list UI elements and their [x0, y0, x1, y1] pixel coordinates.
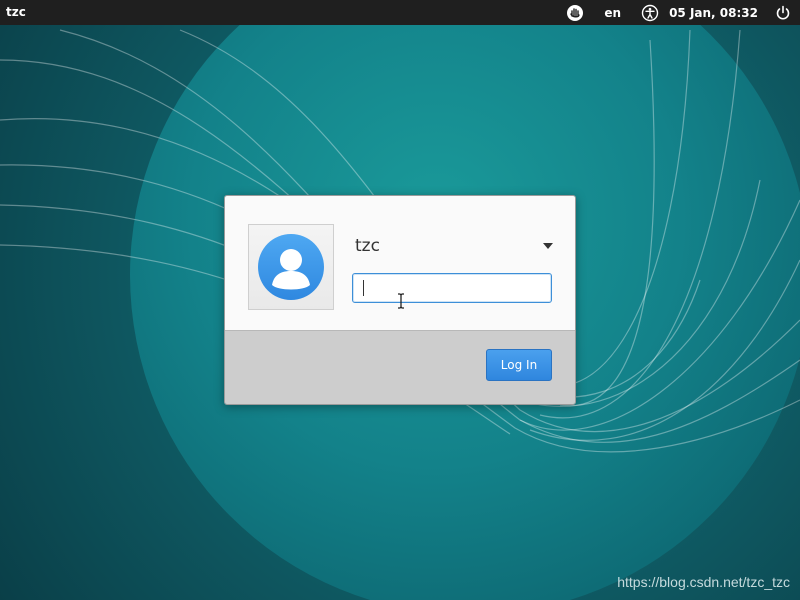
top-panel: tzc en 05 Jan, 08:32	[0, 0, 800, 25]
panel-indicators: en 05 Jan, 08:32	[558, 0, 800, 25]
hand-indicator-icon	[567, 4, 584, 21]
avatar	[248, 224, 334, 310]
user-avatar-icon	[258, 234, 324, 300]
username-label: tzc	[355, 236, 380, 256]
login-button[interactable]: Log In	[486, 349, 552, 381]
accessibility-icon	[641, 4, 659, 21]
clock[interactable]: 05 Jan, 08:32	[667, 0, 766, 25]
login-dialog-body: tzc	[225, 196, 575, 330]
language-indicator[interactable]: en	[592, 0, 633, 25]
text-caret	[363, 280, 364, 296]
power-icon	[776, 5, 790, 20]
hand-indicator-button[interactable]	[558, 0, 592, 25]
hostname-label: tzc	[6, 5, 26, 19]
accessibility-button[interactable]	[633, 0, 667, 25]
login-dialog: tzc Log In	[224, 195, 576, 405]
user-selector[interactable]: tzc	[353, 234, 553, 260]
power-button[interactable]	[766, 0, 800, 25]
watermark-text: https://blog.csdn.net/tzc_tzc	[617, 574, 790, 590]
ibeam-cursor-icon	[398, 293, 404, 309]
chevron-down-icon[interactable]	[543, 243, 553, 249]
password-input[interactable]	[352, 273, 552, 303]
